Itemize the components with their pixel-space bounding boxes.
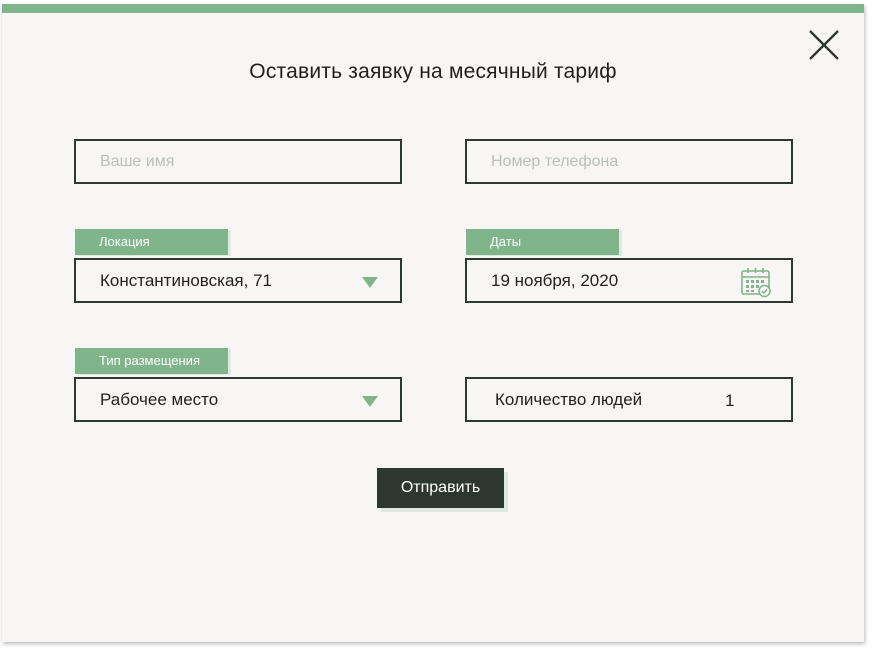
dates-field[interactable]: 19 ноября, 2020	[465, 258, 793, 303]
people-field[interactable]: Количество людей 1	[465, 377, 793, 422]
chevron-down-icon	[362, 396, 378, 407]
close-icon	[809, 30, 839, 60]
placement-label: Тип размещения	[75, 348, 228, 374]
request-modal: Оставить заявку на месячный тариф Локаци…	[2, 4, 864, 642]
dates-label: Даты	[466, 229, 619, 255]
location-label: Локация	[75, 229, 228, 255]
placement-select[interactable]: Рабочее место	[74, 377, 402, 422]
modal-top-bar	[2, 4, 864, 13]
location-value: Константиновская, 71	[100, 270, 272, 290]
phone-field[interactable]	[465, 139, 793, 184]
dates-value: 19 ноября, 2020	[491, 270, 619, 290]
people-count[interactable]: 1	[725, 391, 734, 411]
name-input[interactable]	[100, 141, 400, 182]
chevron-down-icon	[362, 277, 378, 288]
close-button[interactable]	[807, 28, 841, 62]
calendar-icon[interactable]	[740, 267, 772, 298]
submit-button[interactable]: Отправить	[377, 468, 504, 508]
modal-title: Оставить заявку на месячный тариф	[249, 60, 617, 83]
people-label: Количество людей	[495, 389, 643, 409]
location-select[interactable]: Константиновская, 71	[74, 258, 402, 303]
phone-input[interactable]	[491, 141, 791, 182]
name-field[interactable]	[74, 139, 402, 184]
placement-value: Рабочее место	[100, 389, 219, 409]
